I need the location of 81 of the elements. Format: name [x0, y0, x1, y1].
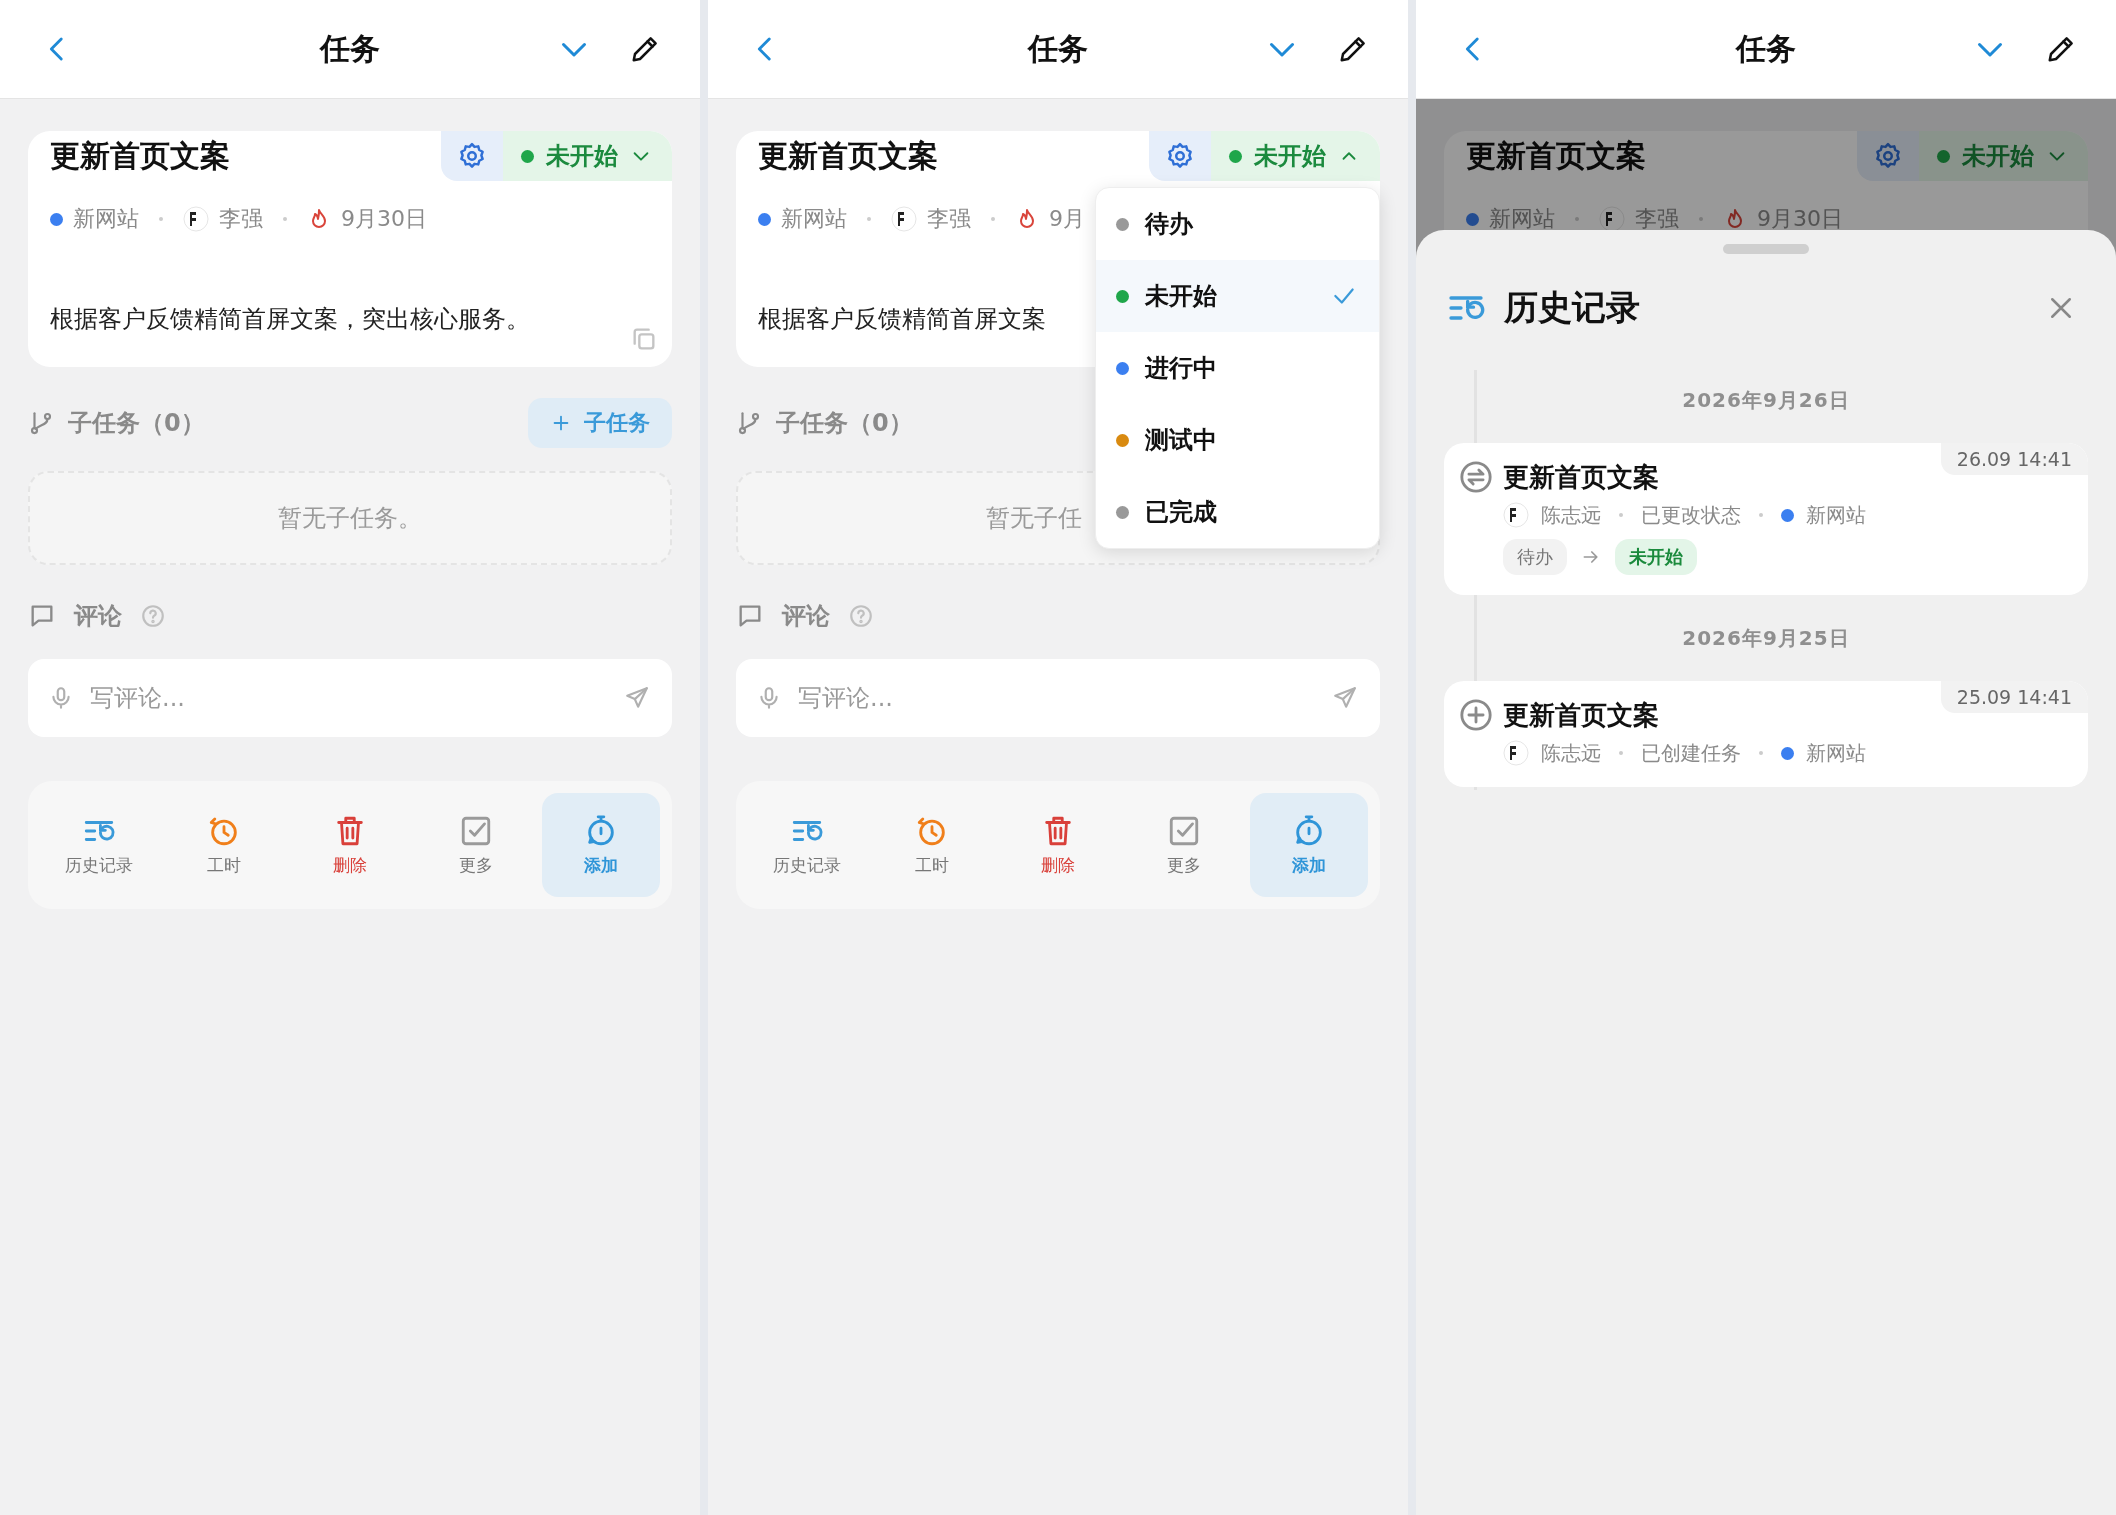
subtasks-label: 子任务（0） [776, 408, 913, 439]
send-icon[interactable] [1332, 685, 1358, 711]
due-date: 9月30日 [1757, 205, 1843, 233]
due-date: 9月30日 [341, 205, 427, 233]
subtasks-label: 子任务（0） [68, 408, 205, 439]
old-status-tag: 待办 [1503, 539, 1567, 575]
assignee-name: 李强 [1635, 205, 1679, 233]
status-option[interactable]: 待办 [1096, 188, 1379, 260]
entry-time: 25.09 14:41 [1940, 681, 2088, 713]
task-title: 更新首页文案 [1466, 137, 1646, 175]
status-dropdown[interactable]: 未开始 [503, 131, 672, 181]
sheet-title: 历史记录 [1504, 286, 1641, 329]
send-icon[interactable] [624, 685, 650, 711]
more-button[interactable]: 更多 [1124, 793, 1243, 897]
entry-time: 26.09 14:41 [1940, 443, 2088, 475]
status-dropdown[interactable]: 未开始 [1919, 131, 2088, 181]
entry-action: 已创建任务 [1641, 739, 1741, 767]
plus-circle-icon [1459, 698, 1493, 732]
status-option[interactable]: 未开始 [1096, 260, 1379, 332]
due-date: 9月 [1049, 205, 1085, 233]
add-button[interactable]: 添加 [542, 793, 660, 897]
user-name: 陈志远 [1541, 739, 1601, 767]
avatar-icon [1503, 740, 1529, 766]
entry-action: 已更改状态 [1641, 501, 1741, 529]
date-heading: 2026年9月25日 [1681, 624, 1851, 652]
status-dropdown[interactable]: 未开始 [1211, 131, 1380, 181]
history-button[interactable]: 历史记录 [40, 793, 158, 897]
date-heading: 2026年9月26日 [1681, 386, 1851, 414]
comments-label: 评论 [782, 601, 830, 632]
project-name: 新网站 [781, 205, 847, 233]
hours-button[interactable]: 工时 [873, 793, 992, 897]
project-name: 新网站 [1806, 501, 1866, 529]
task-title: 更新首页文案 [50, 137, 230, 175]
empty-message: 暂无子任务。 [278, 503, 422, 534]
delete-button[interactable]: 删除 [291, 793, 409, 897]
more-button[interactable]: 更多 [416, 793, 535, 897]
assignee-name: 李强 [219, 205, 263, 233]
comment-field[interactable]: 写评论... [796, 683, 1318, 713]
task-title: 更新首页文案 [758, 137, 938, 175]
gear-icon [1873, 141, 1903, 171]
project-name: 新网站 [1489, 205, 1555, 233]
empty-message: 暂无子任 [986, 503, 1082, 534]
branch-icon [28, 410, 54, 436]
avatar-icon [1503, 502, 1529, 528]
header-title: 任务 [320, 29, 380, 68]
sheet-handle[interactable] [1723, 244, 1809, 254]
comments-label: 评论 [74, 601, 122, 632]
status-option[interactable]: 进行中 [1096, 332, 1379, 404]
project-name: 新网站 [73, 205, 139, 233]
comment-bar[interactable]: 写评论... [736, 659, 1380, 737]
pencil-icon[interactable] [630, 34, 660, 64]
user-name: 陈志远 [1541, 501, 1601, 529]
add-button[interactable]: 添加 [1250, 793, 1368, 897]
status-option[interactable]: 已完成 [1096, 476, 1379, 548]
assignee-name: 李强 [927, 205, 971, 233]
settings-button[interactable] [1857, 131, 1919, 181]
new-status-tag: 未开始 [1615, 539, 1697, 575]
settings-button[interactable] [1149, 131, 1211, 181]
gear-icon [457, 141, 487, 171]
pencil-icon[interactable] [2046, 34, 2076, 64]
avatar-icon [183, 206, 209, 232]
pencil-icon[interactable] [1338, 34, 1368, 64]
entry-title: 更新首页文案 [1503, 699, 1659, 732]
task-description: 根据客户反馈精简首屏文案 [758, 304, 1047, 335]
entry-title: 更新首页文案 [1503, 461, 1659, 494]
header-title: 任务 [1736, 29, 1796, 68]
swap-icon [1459, 460, 1493, 494]
history-button[interactable]: 历史记录 [748, 793, 866, 897]
delete-button[interactable]: 删除 [999, 793, 1117, 897]
status-option[interactable]: 测试中 [1096, 404, 1379, 476]
add-subtask-button[interactable]: 子任务 [528, 398, 672, 448]
header-title: 任务 [1028, 29, 1088, 68]
project-name: 新网站 [1806, 739, 1866, 767]
gear-icon [1165, 141, 1195, 171]
hours-button[interactable]: 工时 [165, 793, 284, 897]
comment-field[interactable]: 写评论... [88, 683, 610, 713]
comment-bar[interactable]: 写评论... [28, 659, 672, 737]
settings-button[interactable] [441, 131, 503, 181]
branch-icon [736, 410, 762, 436]
avatar-icon [891, 206, 917, 232]
task-description: 根据客户反馈精简首屏文案，突出核心服务。 [50, 304, 531, 335]
